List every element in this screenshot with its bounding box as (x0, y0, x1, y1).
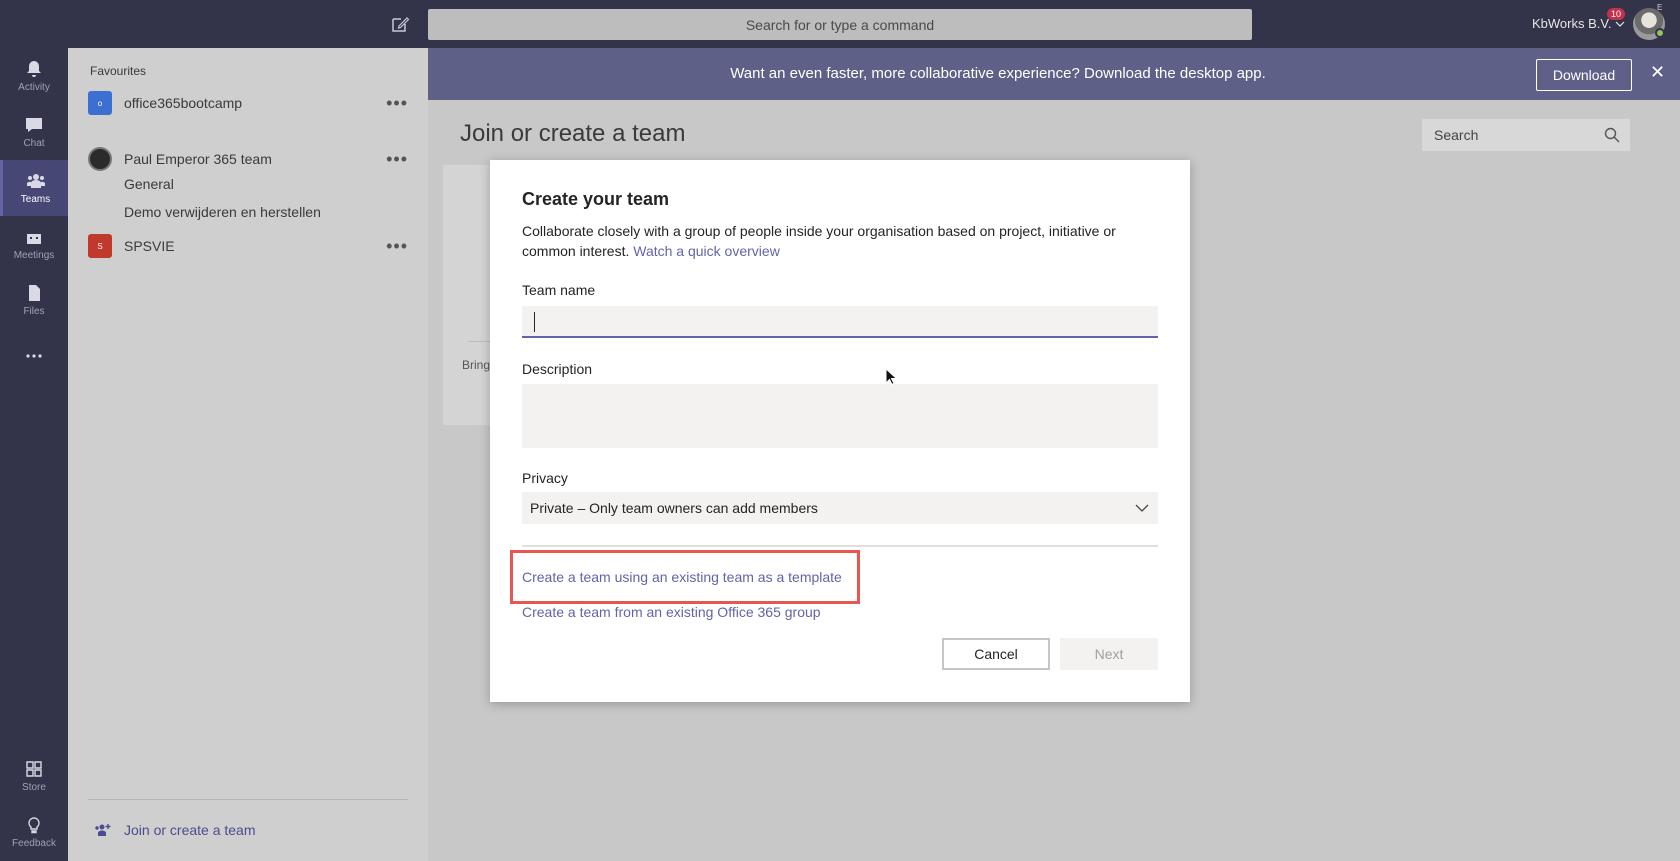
card-text: Bring (462, 358, 491, 372)
bell-icon (27, 61, 41, 77)
more-options-icon[interactable]: ••• (386, 93, 408, 114)
org-name: KbWorks B.V. (1532, 16, 1612, 31)
desktop-app-banner: Want an even faster, more collaborative … (428, 48, 1680, 100)
rail-label: Meetings (13, 250, 55, 261)
rail-label: Teams (20, 194, 51, 205)
search-icon (1604, 127, 1620, 143)
presence-available-icon (1655, 28, 1665, 38)
team-item-spsvie[interactable]: S SPSVIE ••• (88, 232, 408, 260)
file-icon (29, 285, 40, 301)
office365-group-link[interactable]: Create a team from an existing Office 36… (522, 604, 821, 620)
rail-item-meetings[interactable]: Meetings (0, 216, 68, 272)
app-rail: Activity Chat Teams Meetings Files Store… (0, 48, 68, 861)
more-icon (26, 354, 42, 358)
team-avatar: o (88, 91, 112, 115)
chevron-down-icon (1616, 21, 1625, 27)
join-label: Join or create a team (124, 822, 256, 838)
notification-badge: 10 (1607, 8, 1626, 20)
teams-icon (26, 174, 45, 188)
rail-item-teams[interactable]: Teams (0, 160, 68, 216)
team-name-label: Team name (522, 282, 596, 298)
description-label: Description (522, 361, 593, 377)
rail-label: Feedback (12, 838, 56, 849)
rail-label: Files (23, 306, 45, 317)
team-avatar (88, 147, 112, 171)
privacy-label: Privacy (522, 470, 568, 486)
rail-item-feedback[interactable]: Feedback (0, 804, 68, 860)
team-avatar: S (88, 234, 112, 258)
rail-label: Store (22, 782, 46, 793)
team-item-office365bootcamp[interactable]: o office365bootcamp ••• (88, 89, 408, 117)
rail-label: Activity (18, 82, 50, 93)
more-options-icon[interactable]: ••• (386, 149, 408, 170)
divider (522, 545, 1158, 547)
store-icon (26, 761, 42, 777)
team-name: SPSVIE (124, 238, 175, 254)
favourites-heading: Favourites (90, 64, 147, 78)
team-name-input[interactable] (522, 306, 1158, 338)
lightbulb-icon (28, 817, 40, 834)
dialog-description: Collaborate closely with a group of peop… (522, 223, 1116, 259)
rail-item-activity[interactable]: Activity (0, 48, 68, 104)
team-search-input[interactable]: Search (1422, 119, 1630, 151)
team-name: Paul Emperor 365 team (124, 151, 272, 167)
channel-demo[interactable]: Demo verwijderen en herstellen (124, 204, 321, 220)
template-team-link[interactable]: Create a team using an existing team as … (522, 569, 842, 585)
banner-message: Want an even faster, more collaborative … (730, 65, 1266, 82)
rail-label: Chat (23, 138, 45, 149)
rail-item-store[interactable]: Store (0, 748, 68, 804)
status-label: E (1657, 3, 1663, 12)
more-options-icon[interactable]: ••• (386, 236, 408, 257)
chevron-down-icon (1135, 504, 1149, 512)
create-team-dialog: Create your team Collaborate closely wit… (490, 160, 1190, 702)
top-bar: Search for or type a command KbWorks B.V… (0, 0, 1680, 48)
chat-icon (26, 118, 42, 132)
rail-item-files[interactable]: Files (0, 272, 68, 328)
join-or-create-team-link[interactable]: Join or create a team (94, 822, 256, 838)
privacy-select[interactable]: Private – Only team owners can add membe… (522, 492, 1158, 524)
dialog-title: Create your team (522, 189, 670, 209)
calendar-icon (27, 231, 41, 244)
team-name: office365bootcamp (124, 95, 243, 111)
rail-item-chat[interactable]: Chat (0, 104, 68, 160)
cancel-button[interactable]: Cancel (942, 638, 1050, 670)
watch-overview-link[interactable]: Watch a quick overview (633, 243, 780, 259)
page-title: Join or create a team (460, 120, 686, 147)
teams-list-panel: Favourites o office365bootcamp ••• Paul … (68, 48, 428, 861)
search-placeholder: Search (1434, 127, 1479, 143)
channel-general[interactable]: General (124, 176, 174, 192)
next-button[interactable]: Next (1060, 638, 1158, 670)
compose-icon[interactable] (390, 14, 410, 34)
close-icon[interactable]: ✕ (1650, 62, 1665, 83)
rail-item-more[interactable] (0, 328, 68, 384)
command-search-input[interactable]: Search for or type a command (428, 9, 1252, 40)
divider (88, 799, 408, 800)
text-cursor (534, 312, 535, 332)
description-textarea[interactable] (522, 384, 1158, 448)
privacy-value: Private – Only team owners can add membe… (530, 500, 818, 516)
mouse-cursor-icon (885, 368, 897, 386)
add-team-icon (95, 824, 111, 836)
download-button[interactable]: Download (1536, 59, 1632, 91)
team-item-paul-emperor[interactable]: Paul Emperor 365 team ••• (88, 145, 408, 173)
